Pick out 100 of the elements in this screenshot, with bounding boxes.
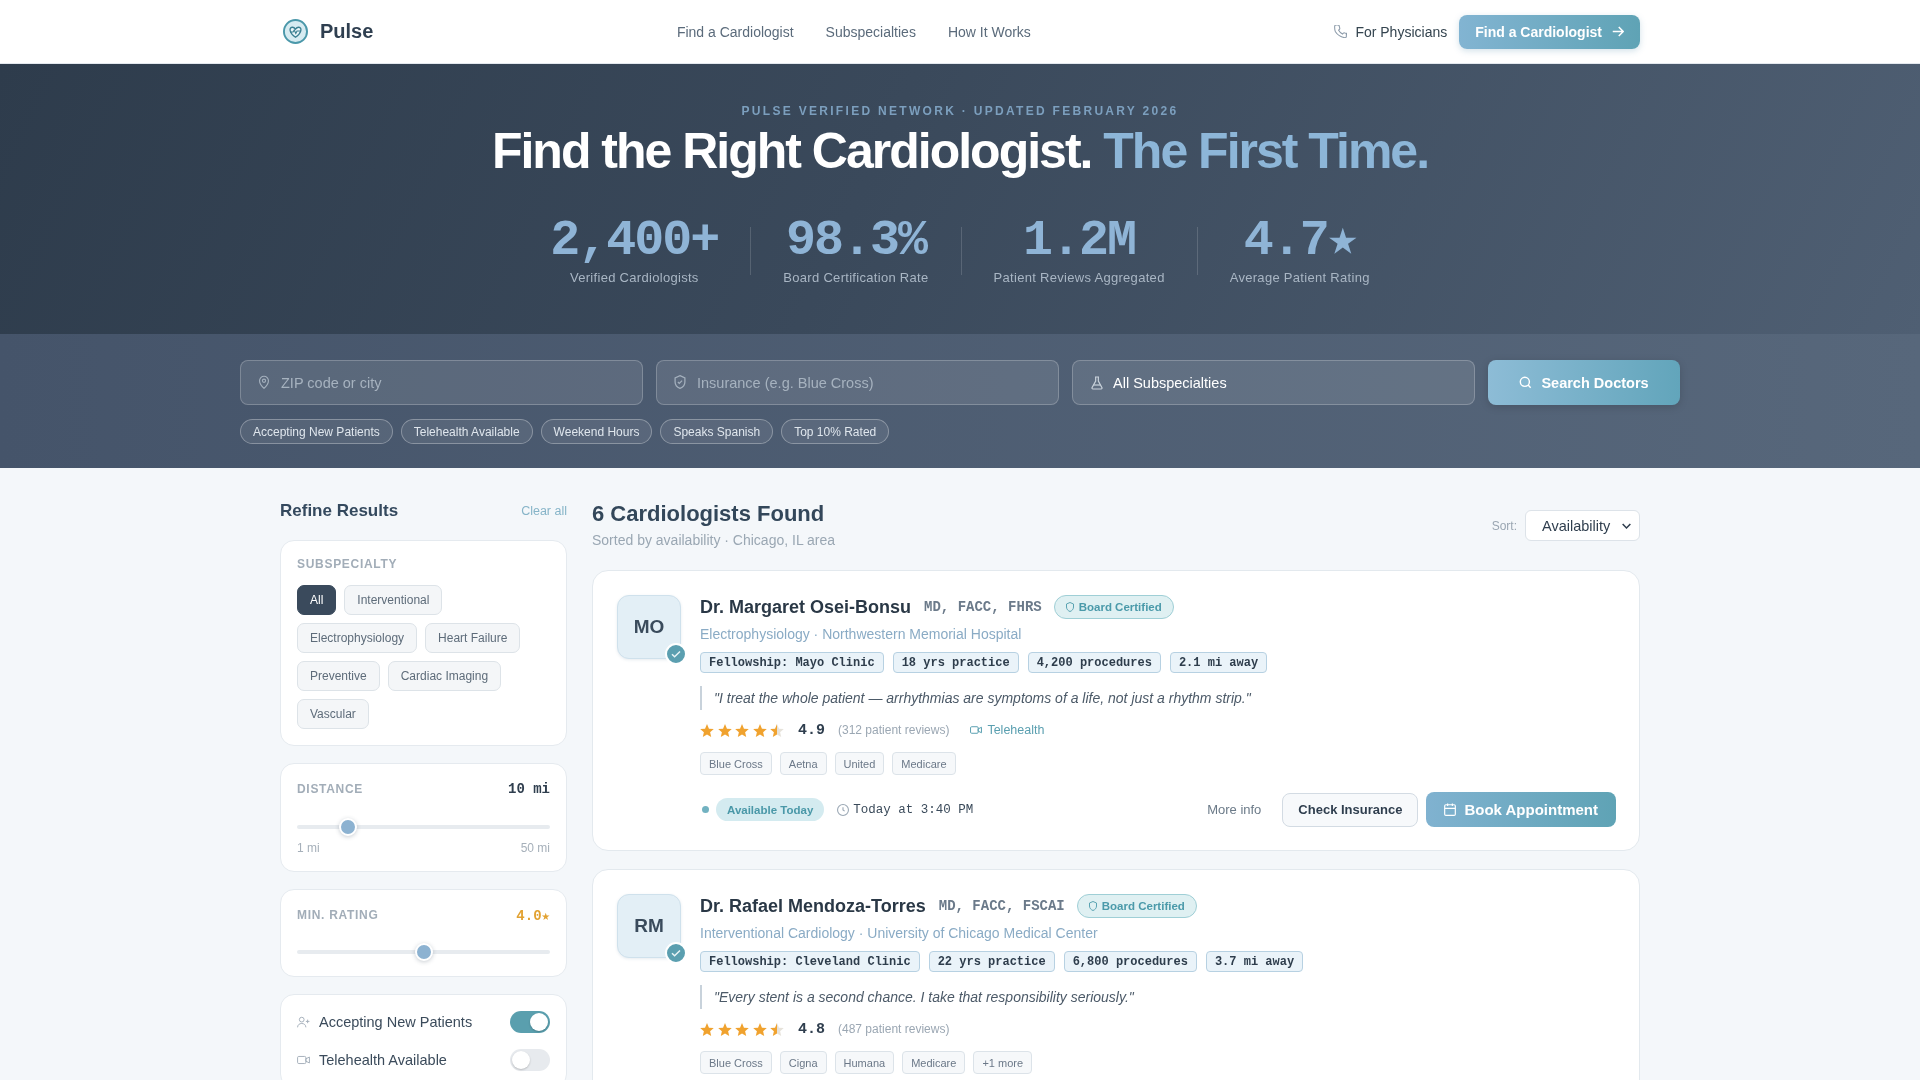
shield-icon (674, 375, 686, 389)
clock-icon (837, 803, 850, 816)
insurance-tag: Blue Cross (700, 752, 772, 775)
insurance-tag: United (834, 752, 885, 775)
doctor-name: Dr. Rafael Mendoza-Torres (700, 895, 926, 917)
review-count: (487 patient reviews) (838, 1022, 950, 1036)
doctor-credentials: MD, FACC, FSCAI (938, 898, 1065, 914)
stat-label: Verified Cardiologists (569, 270, 699, 286)
quick-filter-chip[interactable]: Speaks Spanish (660, 419, 774, 444)
quick-filter-chip[interactable]: Accepting New Patients (240, 419, 393, 444)
subspecialty-chip[interactable]: Heart Failure (425, 623, 521, 653)
check-insurance-button[interactable]: Check Insurance (1282, 792, 1419, 827)
credential-tag: 4,200 procedures (1027, 652, 1161, 673)
user-plus-icon (297, 1016, 310, 1028)
star-icon (735, 723, 749, 737)
search-icon (1519, 376, 1533, 389)
stat-value: 1.2M (1023, 215, 1136, 267)
specialty-hospital: Electrophysiology · Northwestern Memorial Hospital (700, 625, 1022, 643)
arrow-right-icon (1612, 26, 1624, 37)
phone-icon (1334, 25, 1348, 38)
results-subtitle: Sorted by availability · Chicago, IL area (592, 531, 836, 549)
toggle-label: Accepting New Patients (319, 1014, 473, 1030)
video-camera-icon (297, 1054, 310, 1066)
insurance-tag: Cigna (779, 1051, 827, 1074)
filter-heading: SUBSPECIALTY (297, 557, 398, 572)
specialty-hospital: Interventional Cardiology · University of Chicago Medical Center (700, 924, 1098, 942)
certification-label: Board Certified (1078, 601, 1162, 613)
more-info-link[interactable]: More info (1207, 802, 1262, 817)
star-icon (770, 1022, 784, 1036)
credential-tag: Fellowship: Mayo Clinic (700, 652, 884, 673)
quick-filter-chip[interactable]: Weekend Hours (540, 419, 653, 444)
distance-reading: 10 mi (508, 781, 550, 797)
subspecialty-chip[interactable]: Vascular (297, 699, 369, 729)
star-icon (735, 1022, 749, 1036)
star-icon (717, 1022, 732, 1036)
sort-select[interactable]: Availability (1525, 510, 1640, 541)
insurance-tag: Aetna (779, 752, 827, 775)
status-dot-icon (702, 806, 709, 813)
slider-thumb[interactable] (338, 818, 357, 836)
stat-label: Average Patient Rating (1229, 270, 1370, 286)
subspecialty-select[interactable]: All Subspecialties (1072, 360, 1475, 405)
star-icon (717, 723, 732, 737)
quick-filter-chip[interactable]: Top 10% Rated (781, 419, 890, 444)
results-title: 6 Cardiologists Found (592, 501, 826, 527)
stat-value: 2,400+ (550, 215, 719, 267)
star-icon (752, 723, 767, 737)
toggle-switch[interactable] (510, 1011, 550, 1033)
hero-eyebrow: PULSE VERIFIED NETWORK · UPDATED FEBRUARY 2026 (741, 103, 1179, 119)
shield-icon (1088, 901, 1097, 911)
credential-tag: 18 yrs practice (892, 652, 1019, 673)
credential-tag: 6,800 procedures (1063, 951, 1197, 972)
stat-label: Patient Reviews Aggregated (993, 270, 1165, 286)
sidebar-title: Refine Results (280, 501, 399, 521)
rating-value: 4.8 (798, 1020, 825, 1038)
stat-label: Board Certification Rate (783, 270, 929, 286)
brand-name: Pulse (320, 20, 374, 43)
nav-link[interactable]: How It Works (947, 23, 1031, 40)
review-count: (312 patient reviews) (838, 723, 950, 737)
star-icon (770, 723, 784, 737)
shield-icon (1065, 602, 1074, 612)
insurance-tag: Humana (834, 1051, 895, 1074)
sort-label: Sort: (1491, 518, 1517, 533)
range-min-label: 1 mi (297, 841, 320, 855)
map-pin-icon (258, 375, 270, 389)
stat-value: 98.3% (785, 215, 926, 267)
filter-heading: DISTANCE (297, 781, 364, 797)
nav-link[interactable]: Find a Cardiologist (676, 23, 794, 40)
toggle-label: Telehealth Available (319, 1052, 447, 1068)
credential-tag: 3.7 mi away (1205, 951, 1304, 972)
slider-thumb[interactable] (414, 943, 433, 961)
filter-heading: MIN. RATING (297, 907, 379, 923)
insurance-tag: +1 more (973, 1051, 1033, 1074)
subspecialty-chip[interactable]: Cardiac Imaging (387, 661, 502, 691)
subspecialty-chip[interactable]: All (297, 585, 337, 615)
video-camera-icon (970, 726, 983, 734)
subspecialty-chip[interactable]: Preventive (297, 661, 380, 691)
subspecialty-chip[interactable]: Interventional (344, 585, 443, 615)
rating-reading: 4.0★ (516, 906, 550, 924)
book-appointment-button[interactable]: Book Appointment (1426, 792, 1616, 827)
availability-status: Available Today (716, 798, 825, 821)
insurance-tag: Medicare (902, 1051, 966, 1074)
flask-icon (1091, 375, 1103, 390)
subspecialty-chip[interactable]: Electrophysiology (297, 623, 418, 653)
quick-filter-chip[interactable]: Telehealth Available (400, 419, 533, 444)
stat-value: 4.7★ (1243, 215, 1356, 267)
certification-label: Board Certified (1101, 900, 1185, 912)
doctor-quote: "Every stent is a second chance. I take that responsibility seriously." (700, 985, 1134, 1009)
insurance-tag: Blue Cross (700, 1051, 772, 1074)
appointment-time: Today at 3:40 PM (853, 802, 974, 817)
star-icon (700, 723, 714, 737)
caret-icon (1622, 522, 1631, 529)
toggle-switch[interactable] (510, 1049, 550, 1071)
telehealth-label: Telehealth (987, 723, 1045, 737)
credential-tag: Fellowship: Cleveland Clinic (700, 951, 920, 972)
doctor-quote: "I treat the whole patient — arrhythmias are symptoms of a life, not just a rhythm strip." (700, 686, 1251, 710)
rating-value: 4.9 (798, 721, 825, 739)
credential-tag: 2.1 mi away (1169, 652, 1268, 673)
star-icon (752, 1022, 767, 1036)
nav-link[interactable]: Subspecialties (825, 23, 916, 40)
physicians-link[interactable]: For Physicians (1334, 23, 1448, 40)
